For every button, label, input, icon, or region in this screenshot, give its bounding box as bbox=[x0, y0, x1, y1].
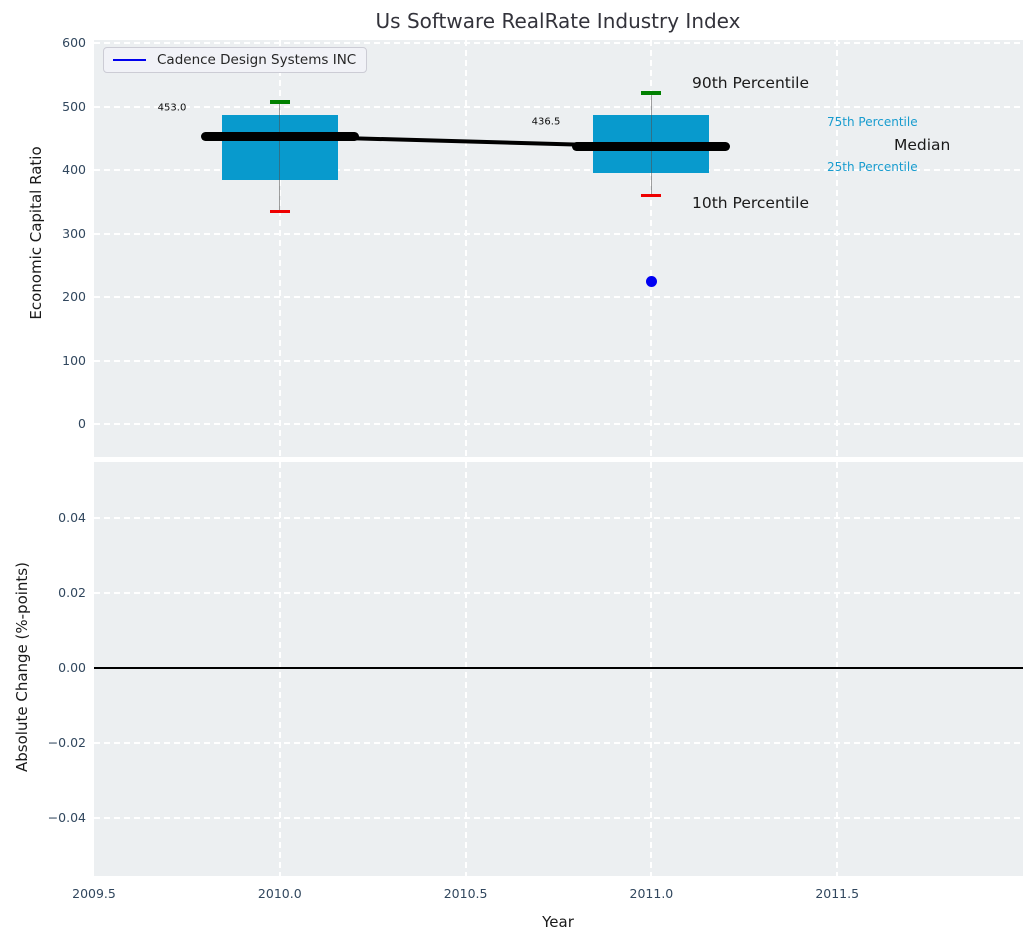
company-data-point bbox=[645, 275, 657, 287]
gridline-x bbox=[650, 462, 653, 876]
gridline-x bbox=[836, 40, 839, 457]
bottom-plot-area bbox=[94, 462, 1023, 876]
percentile-label: 25th Percentile bbox=[827, 160, 918, 174]
p10-cap bbox=[641, 193, 662, 198]
x-tick-label: 2011.0 bbox=[629, 886, 674, 901]
gridline-x bbox=[278, 462, 281, 876]
percentile-label: Median bbox=[894, 136, 951, 154]
top-y-tick-label: 100 bbox=[62, 352, 86, 368]
whisker-line bbox=[279, 102, 281, 212]
gridline-y bbox=[94, 742, 1023, 744]
median-annotation: 453.0 bbox=[157, 102, 187, 114]
gridline-y bbox=[94, 296, 1023, 298]
top-y-tick-label: 0 bbox=[78, 416, 86, 431]
bottom-y-tick-label: 0.04 bbox=[58, 510, 86, 525]
gridline-y bbox=[94, 105, 1023, 108]
top-y-tick-label: 500 bbox=[62, 98, 86, 114]
median-annotation: 436.5 bbox=[531, 116, 561, 128]
median-segment bbox=[200, 131, 359, 141]
percentile-label: 90th Percentile bbox=[692, 74, 810, 92]
top-y-tick-label: 200 bbox=[62, 289, 86, 304]
top-plot-area: Cadence Design Systems INC 453.0 436.5 90t… bbox=[94, 40, 1023, 457]
gridline-y bbox=[94, 592, 1023, 594]
gridline-y bbox=[94, 42, 1023, 44]
p90-cap bbox=[269, 100, 290, 104]
bottom-y-tick-label: 0.02 bbox=[58, 585, 86, 600]
gridline-y bbox=[94, 232, 1023, 235]
bottom-y-tick-label: −0.04 bbox=[47, 810, 86, 825]
x-tick-label: 2011.5 bbox=[815, 886, 860, 901]
gridline-y bbox=[94, 817, 1023, 819]
top-y-tick-label: 400 bbox=[62, 162, 86, 177]
gridline-x bbox=[836, 462, 839, 876]
x-axis-label: Year bbox=[542, 913, 574, 931]
gridline-y bbox=[94, 359, 1023, 362]
x-tick-label: 2009.5 bbox=[72, 886, 116, 901]
p90-cap bbox=[641, 91, 662, 95]
top-y-tick-label: 300 bbox=[62, 225, 86, 241]
median-segment bbox=[572, 142, 731, 152]
legend: Cadence Design Systems INC bbox=[103, 47, 368, 73]
percentile-label: 75th Percentile bbox=[827, 115, 918, 129]
gridline-x bbox=[464, 40, 467, 457]
p10-cap bbox=[269, 209, 290, 213]
top-y-tick-label: 600 bbox=[62, 35, 86, 50]
figure: Us Software RealRate Industry Index Econ… bbox=[0, 0, 1034, 942]
percentile-label: 10th Percentile bbox=[692, 194, 810, 212]
bottom-y-tick-label: 0.00 bbox=[58, 660, 86, 675]
chart-title: Us Software RealRate Industry Index bbox=[375, 9, 741, 33]
x-tick-label: 2010.0 bbox=[257, 886, 302, 901]
legend-line-sample-icon bbox=[113, 58, 146, 62]
bottom-y-tick-label: −0.02 bbox=[47, 735, 86, 750]
legend-label: Cadence Design Systems INC bbox=[157, 52, 357, 68]
gridline-y bbox=[94, 517, 1023, 519]
gridline-x bbox=[464, 462, 467, 876]
x-tick-label: 2010.5 bbox=[443, 886, 488, 901]
bottom-y-axis-label: Absolute Change (%-points) bbox=[13, 562, 31, 772]
zero-line bbox=[94, 667, 1023, 669]
gridline-y bbox=[94, 423, 1023, 425]
